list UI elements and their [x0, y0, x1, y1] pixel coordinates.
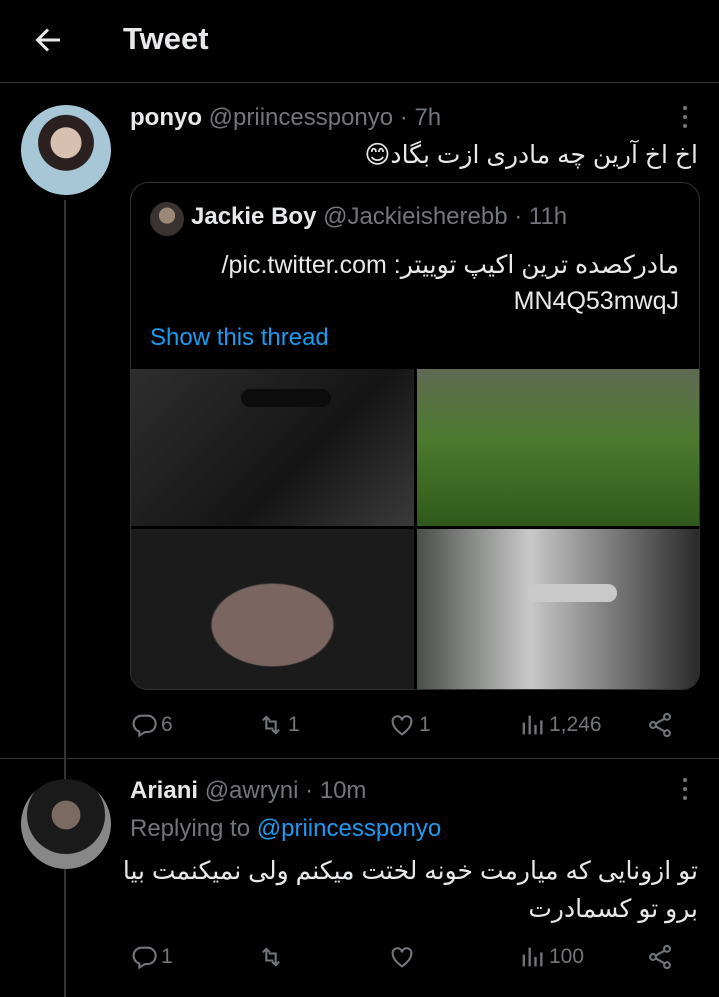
views-icon — [522, 947, 543, 967]
quoted-author-handle-time: @Jackieisherebb · 11h — [323, 203, 568, 230]
retweet-button[interactable]: 1 — [257, 710, 300, 740]
retweet-icon — [262, 715, 280, 735]
share-icon — [649, 944, 671, 970]
like-button[interactable] — [388, 942, 419, 972]
retweet-button[interactable] — [257, 942, 288, 972]
divider — [0, 758, 719, 759]
views-button[interactable]: 100 — [518, 942, 584, 972]
reply-icon — [132, 946, 157, 970]
quoted-author-name: Jackie Boy — [191, 203, 317, 230]
media-photo[interactable] — [131, 529, 414, 689]
thread-connector-line — [64, 200, 66, 997]
media-photo[interactable] — [417, 369, 699, 526]
like-icon — [391, 947, 413, 968]
views-count: 1,246 — [549, 713, 602, 736]
quoted-tweet[interactable]: Jackie Boy @Jackieisherebb · 11h مادرکصد… — [130, 182, 700, 690]
tweet-text: اخ اخ آرین چه مادری ازت بگاد😊 — [364, 141, 698, 169]
tweet-actions: 6 1 1 1,246 — [130, 710, 690, 740]
views-count: 100 — [549, 945, 585, 968]
replying-handle-link[interactable]: @priincessponyo — [257, 815, 441, 842]
share-button[interactable] — [646, 942, 677, 972]
author-handle-time: @awryni · 10m — [204, 777, 367, 804]
reply-text-line-2: برو تو کسمادرت — [528, 895, 698, 923]
reply-icon — [132, 714, 157, 738]
top-bar: Tweet — [0, 0, 719, 83]
like-icon — [391, 715, 413, 736]
back-arrow-icon[interactable] — [30, 22, 66, 58]
retweet-count: 1 — [288, 713, 300, 736]
avatar[interactable] — [21, 779, 111, 869]
avatar[interactable] — [21, 105, 111, 195]
page-title: Tweet — [123, 21, 209, 56]
reply-button[interactable]: 1 — [130, 942, 173, 972]
reply-actions: 1 100 — [130, 942, 690, 972]
author-name: ponyo — [130, 104, 202, 131]
reply-text-line-1: تو ازونایی که میارمت خونه لختت میکنم ولی… — [122, 857, 698, 885]
replying-to: Replying to @priincessponyo — [130, 815, 441, 843]
quoted-text-line-1: مادرکصده ترین اکیپ توییتر: pic.twitter.c… — [221, 251, 679, 279]
quoted-avatar — [150, 202, 184, 236]
show-thread-link[interactable]: Show this thread — [150, 324, 329, 352]
reply-button[interactable]: 6 — [130, 710, 173, 740]
more-icon[interactable] — [682, 106, 688, 128]
views-button[interactable]: 1,246 — [518, 710, 602, 740]
retweet-icon — [262, 947, 280, 967]
reply-count: 1 — [161, 945, 173, 968]
more-icon[interactable] — [682, 778, 688, 800]
author-name: Ariani — [130, 777, 199, 804]
reply-author[interactable]: Ariani @awryni · 10m — [130, 777, 366, 805]
reply-count: 6 — [161, 713, 173, 736]
tweet-author[interactable]: ponyo @priincessponyo · 7h — [130, 104, 441, 132]
share-button[interactable] — [646, 710, 677, 740]
author-handle-time: @priincessponyo · 7h — [208, 104, 442, 131]
media-photo[interactable] — [131, 369, 414, 526]
media-photo[interactable] — [417, 529, 699, 689]
views-icon — [522, 715, 543, 735]
like-button[interactable]: 1 — [388, 710, 431, 740]
quoted-text-line-2[interactable]: MN4Q53mwqJ — [514, 287, 679, 316]
like-count: 1 — [419, 713, 431, 736]
share-icon — [649, 712, 671, 738]
replying-prefix: Replying to — [130, 815, 251, 842]
quoted-author: Jackie Boy @Jackieisherebb · 11h — [191, 203, 567, 231]
